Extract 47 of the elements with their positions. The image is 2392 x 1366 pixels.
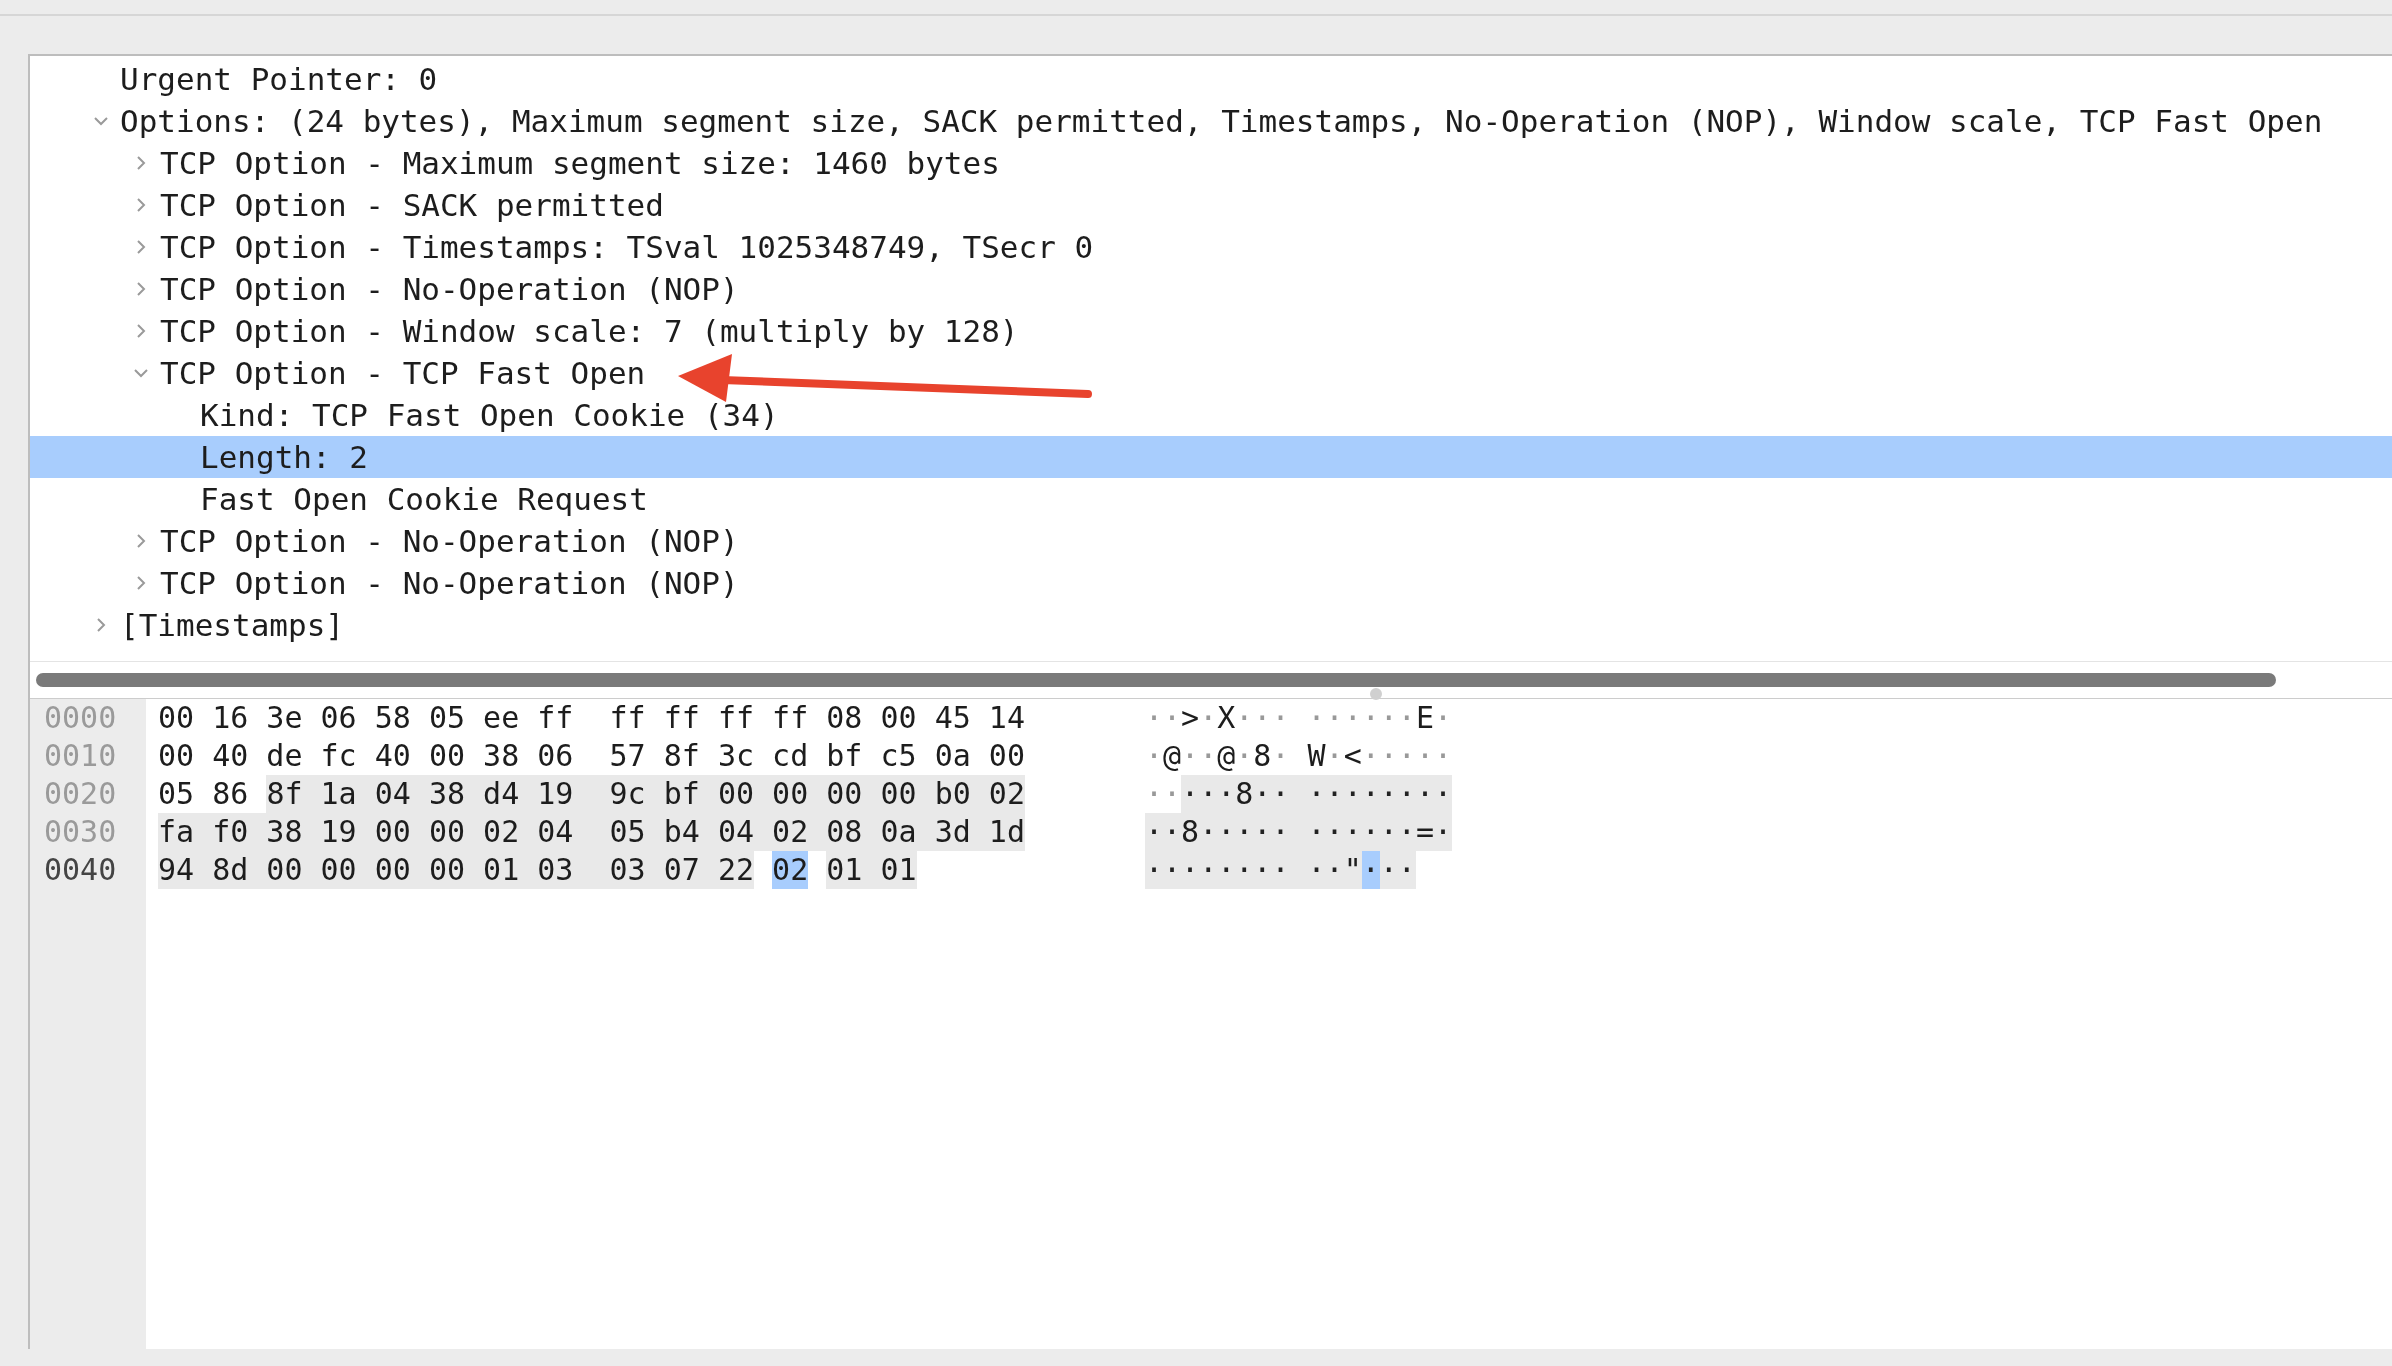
tree-item-label: Kind: TCP Fast Open Cookie (34) <box>199 396 779 435</box>
byte-offset: 0040 <box>44 852 117 887</box>
tree-item-label: TCP Option - SACK permitted <box>159 186 664 225</box>
byte-offset: 0000 <box>44 700 117 735</box>
tree-item-label: TCP Option - Timestamps: TSval 1025348749, TSecr 0 <box>159 228 1094 267</box>
ascii-text[interactable]: ········ ··" <box>1144 851 1362 889</box>
tree-row[interactable]: Urgent Pointer: 0 <box>30 58 2392 100</box>
tree-item-label: Urgent Pointer: 0 <box>119 60 438 99</box>
tree-item-label: TCP Option - No-Operation (NOP) <box>159 564 739 603</box>
tree-row[interactable]: Kind: TCP Fast Open Cookie (34) <box>30 394 2392 436</box>
byte-offset: 0010 <box>44 738 117 773</box>
tree-item-label: TCP Option - Maximum segment size: 1460 bytes <box>159 144 1000 183</box>
tree-item-label: Fast Open Cookie Request <box>199 480 648 519</box>
tree-row[interactable]: TCP Option - Window scale: 7 (multiply by 128) <box>30 310 2392 352</box>
ascii-text[interactable]: ··>·X··· ······E· <box>1144 699 1453 737</box>
byte-offset: 0020 <box>44 776 117 811</box>
tree-row[interactable]: TCP Option - Maximum segment size: 1460 bytes <box>30 142 2392 184</box>
tree-item-label: TCP Option - TCP Fast Open <box>159 354 646 393</box>
tree-row[interactable]: Length: 2 <box>30 436 2392 478</box>
tree-row[interactable]: TCP Option - No-Operation (NOP) <box>30 520 2392 562</box>
ascii-text[interactable]: ···8·· ········ <box>1181 775 1453 813</box>
splitter-handle[interactable] <box>1370 688 1382 700</box>
horizontal-scrollbar[interactable] <box>36 673 2276 687</box>
tree-row[interactable]: TCP Option - TCP Fast Open <box>30 352 2392 394</box>
hex-bytes[interactable]: 00 40 de fc 40 00 38 06 57 8f 3c cd bf c5 0a 00 <box>158 737 1025 775</box>
tree-item-label: TCP Option - Window scale: 7 (multiply by 128) <box>159 312 1019 351</box>
tree-row[interactable]: TCP Option - SACK permitted <box>30 184 2392 226</box>
hex-bytes[interactable]: fa f0 38 19 00 00 02 04 05 b4 04 02 08 0a 3d 1d <box>158 813 1025 851</box>
hex-bytes[interactable]: 8f 1a 04 38 d4 19 9c bf 00 00 00 00 b0 02 <box>266 775 1025 813</box>
ascii-text[interactable]: ·@··@·8· W·<····· <box>1144 737 1453 775</box>
tree-item-label: TCP Option - No-Operation (NOP) <box>159 522 739 561</box>
hex-bytes[interactable]: 94 8d 00 00 00 00 01 03 03 07 22 <box>158 851 755 889</box>
ascii-text[interactable]: ··8····· ······=· <box>1144 813 1453 851</box>
hex-bytes[interactable]: 00 16 3e 06 58 05 ee ff ff ff ff ff 08 00 45 14 <box>158 699 1025 737</box>
tree-item-label: TCP Option - No-Operation (NOP) <box>159 270 739 309</box>
tree-row[interactable]: Fast Open Cookie Request <box>30 478 2392 520</box>
tree-item-label: Length: 2 <box>199 438 368 477</box>
tree-item-label: [Timestamps] <box>119 606 344 645</box>
tree-row[interactable]: TCP Option - No-Operation (NOP) <box>30 268 2392 310</box>
byte-offset: 0030 <box>44 814 117 849</box>
ascii-text[interactable]: ·· <box>1379 851 1416 889</box>
tree-row[interactable]: TCP Option - Timestamps: TSval 1025348749, TSecr 0 <box>30 226 2392 268</box>
hex-bytes[interactable]: 01 01 <box>826 851 917 889</box>
tree-row[interactable]: [Timestamps] <box>30 604 2392 646</box>
hex-bytes[interactable]: 05 86 <box>158 775 249 813</box>
selected-hex-bytes[interactable]: 02 <box>772 851 809 889</box>
tree-row[interactable]: TCP Option - No-Operation (NOP) <box>30 562 2392 604</box>
